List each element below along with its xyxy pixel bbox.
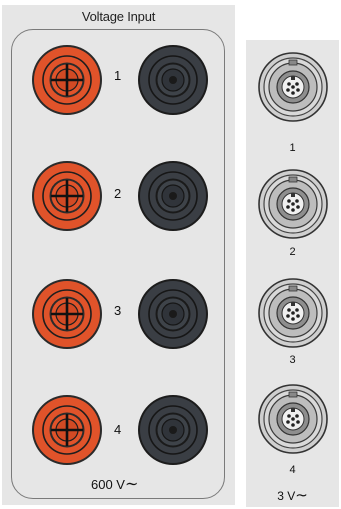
banana-jack-black-icon[interactable] — [137, 44, 209, 116]
sensor-channel-label-4: 4 — [289, 464, 296, 476]
voltage-channel-label-3: 3 — [114, 303, 122, 318]
banana-jack-black-icon[interactable] — [137, 394, 209, 466]
banana-jack-red-icon[interactable] — [31, 160, 103, 232]
voltage-channel-label-2: 2 — [114, 186, 122, 201]
voltage-input-panel: Voltage Input 1 2 3 4 600 V∼ — [2, 5, 235, 505]
lemo-connector-icon[interactable] — [256, 167, 330, 241]
sensor-input-panel: 1 2 3 4 3 V∼ — [246, 40, 339, 507]
voltage-channel-label-4: 4 — [114, 422, 122, 437]
voltage-input-title: Voltage Input — [81, 9, 156, 24]
voltage-channel-label-1: 1 — [114, 68, 122, 83]
ac-symbol: ∼ — [295, 487, 308, 504]
sensor-channel-label-1: 1 — [289, 142, 296, 154]
banana-jack-black-icon[interactable] — [137, 160, 209, 232]
voltage-rating: 600 V∼ — [91, 476, 139, 493]
banana-jack-red-icon[interactable] — [31, 44, 103, 116]
sensor-rating: 3 V∼ — [277, 487, 308, 504]
lemo-connector-icon[interactable] — [256, 50, 330, 124]
sensor-channel-label-2: 2 — [289, 246, 296, 258]
banana-jack-black-icon[interactable] — [137, 278, 209, 350]
lemo-connector-icon[interactable] — [256, 276, 330, 350]
banana-jack-red-icon[interactable] — [31, 278, 103, 350]
banana-jack-red-icon[interactable] — [31, 394, 103, 466]
lemo-connector-icon[interactable] — [256, 382, 330, 456]
sensor-channel-label-3: 3 — [289, 354, 296, 366]
ac-symbol: ∼ — [124, 476, 139, 493]
